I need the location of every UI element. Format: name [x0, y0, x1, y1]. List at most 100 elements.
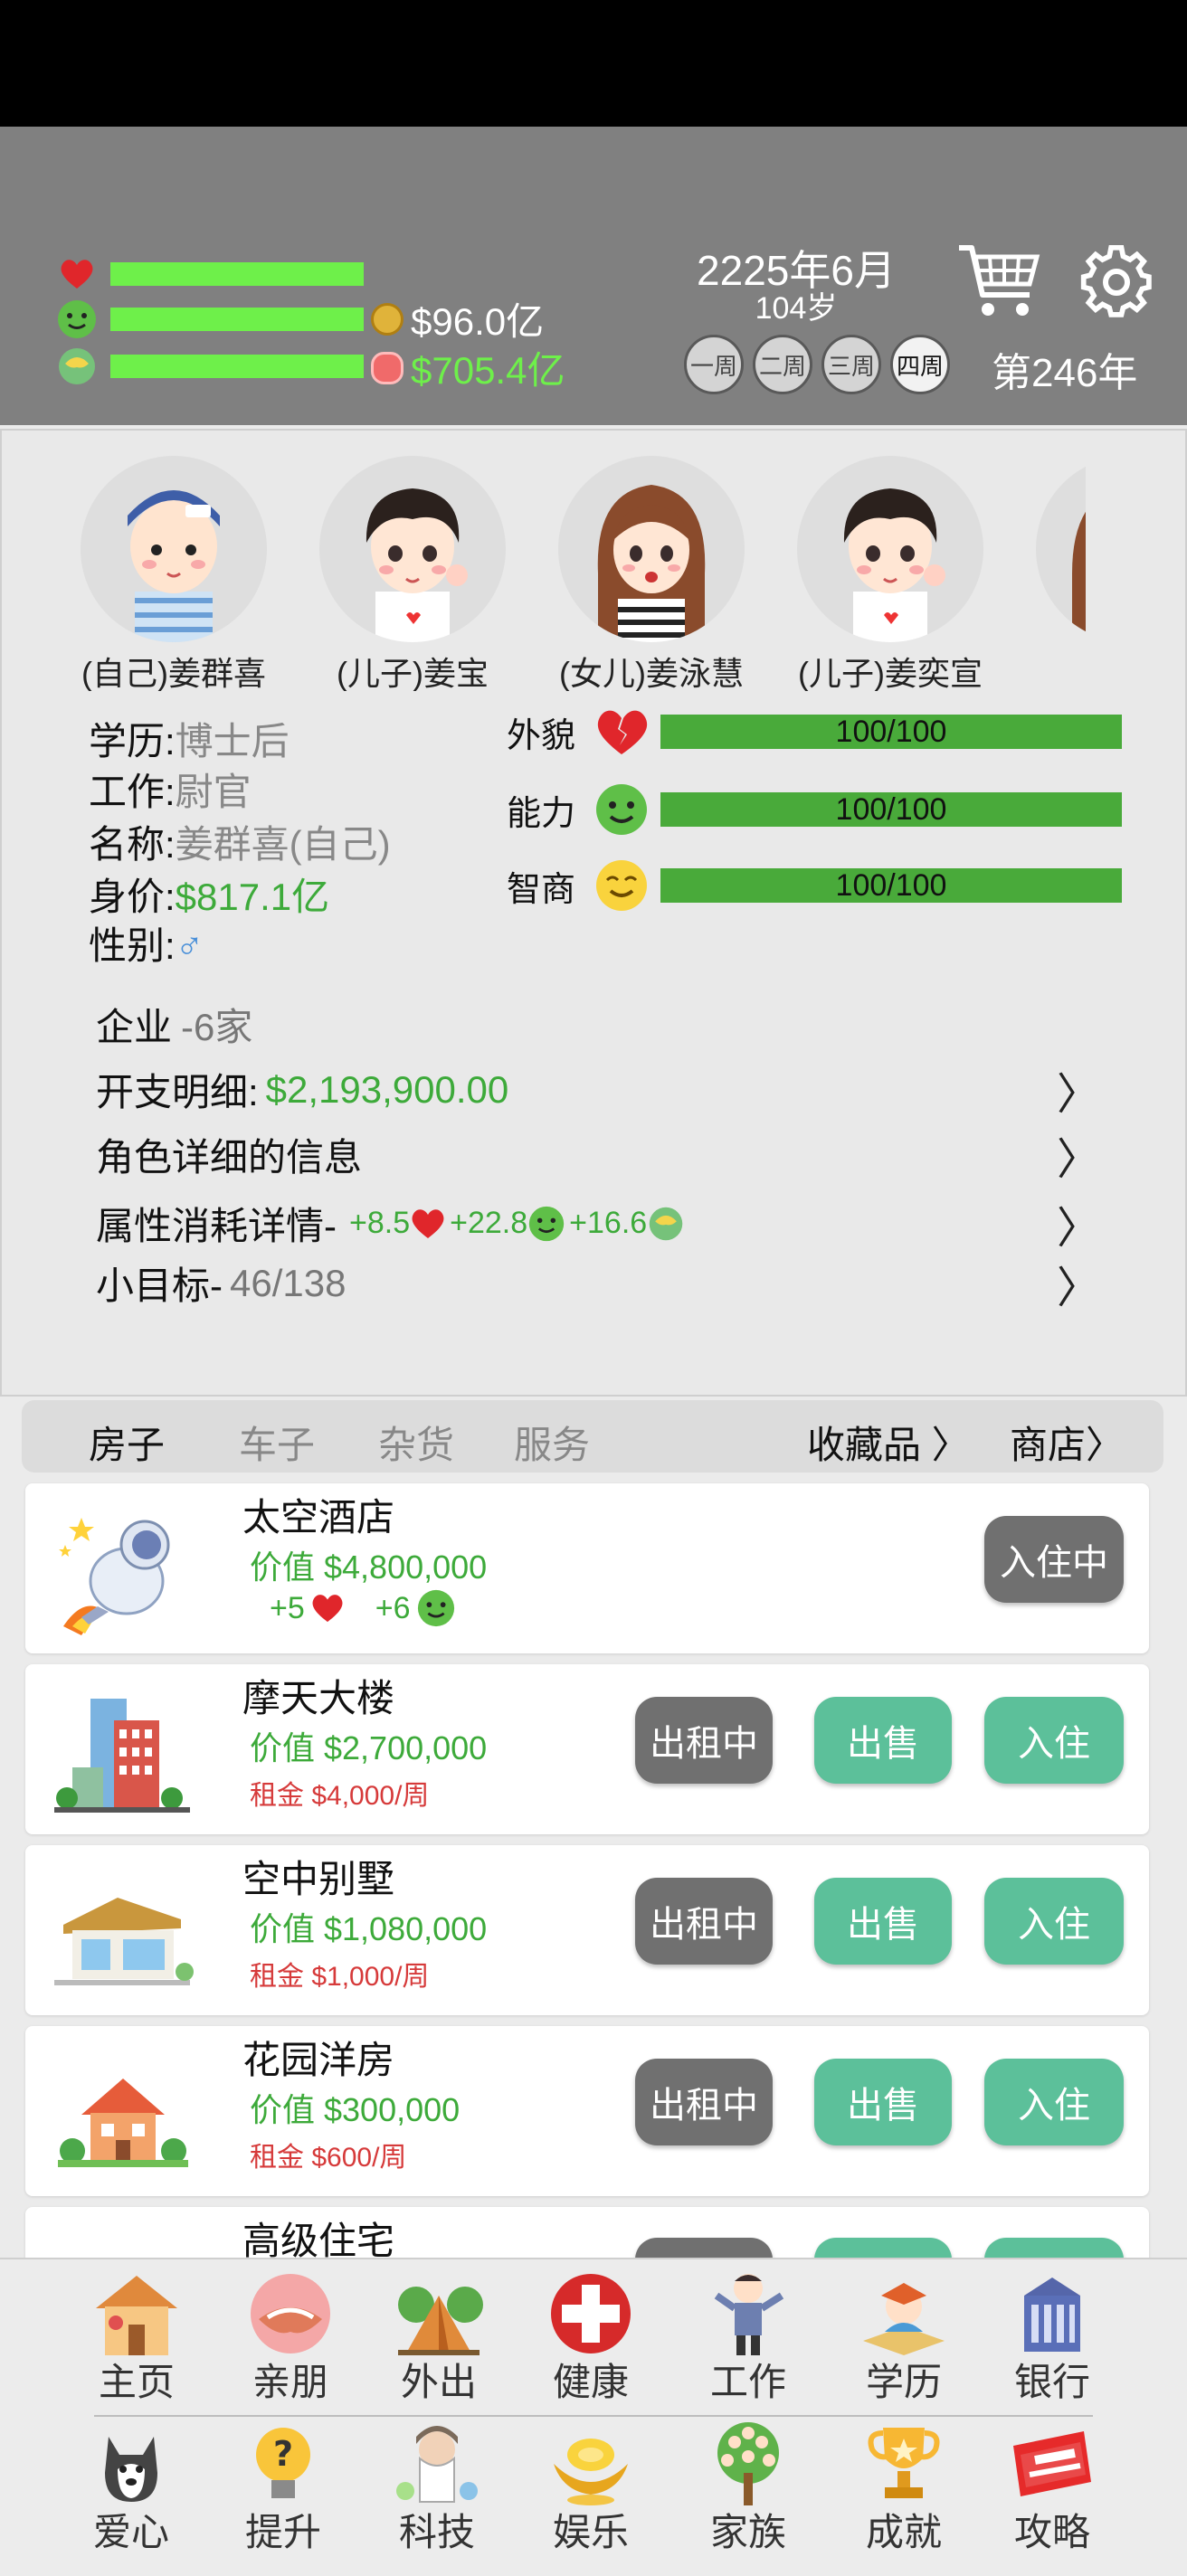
week-2-button[interactable]: 二周	[753, 335, 812, 394]
goal-value: 46/138	[230, 1261, 347, 1304]
nav-family[interactable]: 家族	[689, 2419, 807, 2557]
chevron-right-icon[interactable]: 〉	[1057, 1058, 1100, 1122]
nav-outing[interactable]: 外出	[380, 2268, 498, 2407]
tab-collection[interactable]: 收藏品 〉	[807, 1415, 970, 1470]
goal-label: 小目标-	[96, 1264, 223, 1307]
week-4-button[interactable]: 四周	[890, 335, 950, 394]
renting-button[interactable]: 出租中	[635, 2059, 773, 2145]
worth-row: 身价:$817.1亿	[89, 867, 329, 922]
broken-heart-icon	[594, 704, 650, 760]
nav-tech[interactable]: 科技	[378, 2419, 496, 2557]
handshake-icon	[241, 2268, 340, 2359]
green-face-icon	[594, 781, 650, 838]
tent-icon	[389, 2268, 489, 2359]
property-value: 价值 $2,700,000	[250, 1729, 488, 1766]
sky-villa-image	[54, 1898, 194, 1985]
week-3-button[interactable]: 三周	[821, 335, 881, 394]
nav-entertainment[interactable]: 娱乐	[532, 2419, 650, 2557]
sell-button[interactable]: 出售	[814, 1878, 952, 1965]
gender-label: 性别:	[89, 924, 176, 967]
chevron-right-icon[interactable]: 〉	[1057, 1123, 1100, 1187]
job-value: 尉官	[175, 771, 252, 813]
property-name: 摩天大楼	[242, 1677, 395, 1719]
property-card: 太空酒店 价值 $4,800,000 +5 +6 入住中	[25, 1483, 1149, 1653]
expense-row[interactable]: 开支明细: $2,193,900.00 〉	[96, 1062, 1100, 1119]
renting-button[interactable]: 出租中	[635, 1878, 773, 1965]
move-in-button[interactable]: 入住	[984, 1878, 1124, 1965]
tab-service[interactable]: 服务	[514, 1415, 590, 1470]
chevron-right-icon[interactable]: 〉	[1057, 1192, 1100, 1255]
consume-row[interactable]: 属性消耗详情- +8.5 +22.8 +16.6 〉	[96, 1196, 1100, 1253]
player-age: 104岁	[755, 291, 838, 326]
renting-button[interactable]: 出租中	[635, 1697, 773, 1784]
family-member-daughter[interactable]: (女儿)姜泳慧	[532, 456, 771, 691]
name-row: 名称:姜群喜(自己)	[89, 814, 391, 869]
nav-charity[interactable]: 爱心	[72, 2419, 190, 2557]
chevron-right-icon[interactable]: 〉	[1057, 1252, 1100, 1315]
education-value: 博士后	[175, 720, 290, 762]
nav-friends[interactable]: 亲朋	[232, 2268, 349, 2407]
gear-icon[interactable]	[1078, 244, 1154, 320]
effect-heart-value: +5	[270, 1590, 305, 1625]
health-bar	[110, 262, 364, 286]
family-member-self[interactable]: (自己)姜群喜	[54, 456, 293, 691]
nav-guide[interactable]: 攻略	[993, 2419, 1111, 2557]
brain-stat	[56, 346, 364, 387]
brain-icon	[649, 1207, 683, 1240]
week-selector: 一周 二周 三周 四周	[684, 335, 950, 394]
cash-display: $96.0亿	[371, 291, 544, 346]
property-name: 花园洋房	[242, 2039, 395, 2081]
nav-label: 成就	[865, 2511, 942, 2553]
cart-icon[interactable]	[957, 242, 1040, 320]
tab-shop[interactable]: 商店〉	[1010, 1415, 1124, 1470]
move-in-button[interactable]: 入住	[984, 1697, 1124, 1784]
skyscraper-image	[54, 1699, 190, 1813]
property-value: 价值 $300,000	[250, 2091, 461, 2128]
move-in-button[interactable]: 入住	[984, 2059, 1124, 2145]
property-rent: 租金 $600/周	[250, 2143, 407, 2173]
family-member-son-1[interactable]: (儿子)姜宝	[293, 456, 532, 691]
expense-label: 开支明细:	[96, 1071, 259, 1113]
husky-icon	[81, 2419, 181, 2509]
attribute-label: 智商	[507, 870, 576, 909]
enterprise-value: -6家	[181, 1006, 253, 1048]
heart-icon	[56, 253, 98, 295]
nav-upgrade[interactable]: ? 提升	[224, 2419, 342, 2557]
nav-home[interactable]: 主页	[78, 2268, 195, 2407]
medical-cross-icon	[541, 2268, 641, 2359]
trophy-icon	[854, 2419, 954, 2509]
nav-work[interactable]: 工作	[689, 2268, 807, 2407]
family-member-name: (儿子)姜宝	[337, 655, 489, 691]
living-button[interactable]: 入住中	[984, 1516, 1124, 1603]
nav-achievement[interactable]: 成就	[845, 2419, 963, 2557]
tab-goods[interactable]: 杂货	[378, 1415, 454, 1470]
appearance-bar: 100/100	[660, 715, 1122, 749]
sell-button[interactable]: 出售	[814, 2059, 952, 2145]
nav-bank[interactable]: 银行	[993, 2268, 1111, 2407]
nav-health[interactable]: 健康	[532, 2268, 650, 2407]
tab-house[interactable]: 房子	[89, 1415, 165, 1470]
student-icon	[854, 2268, 954, 2359]
avatar	[797, 456, 983, 642]
sell-button[interactable]: 出售	[814, 1697, 952, 1784]
character-detail-label: 角色详细的信息	[96, 1136, 363, 1179]
brain-bar	[110, 355, 364, 378]
worth-value: $817.1亿	[175, 876, 330, 918]
family-carousel[interactable]: (自己)姜群喜 (儿子)姜宝 (女儿)姜泳慧 (儿子)姜奕宣	[54, 456, 1086, 691]
goal-row[interactable]: 小目标- 46/138 〉	[96, 1255, 1100, 1312]
enterprise-row[interactable]: 企业 -6家	[96, 997, 1100, 1052]
tab-car[interactable]: 车子	[239, 1415, 315, 1470]
garden-house-image	[58, 2079, 188, 2167]
family-member-son-2[interactable]: (儿子)姜奕宣	[771, 456, 1010, 691]
property-card: 花园洋房 价值 $300,000 租金 $600/周 出租中 出售 入住	[25, 2026, 1149, 2196]
family-member-partial[interactable]: (女	[1010, 456, 1086, 691]
week-1-button[interactable]: 一周	[684, 335, 744, 394]
education-row: 学历:博士后	[89, 711, 290, 766]
consume-label: 属性消耗详情-	[96, 1205, 337, 1247]
nav-label: 银行	[1013, 2361, 1090, 2403]
ability-bar: 100/100	[660, 792, 1122, 827]
nav-education[interactable]: 学历	[845, 2268, 963, 2407]
assets-display: $705.4亿	[371, 340, 565, 395]
character-detail-row[interactable]: 角色详细的信息 〉	[96, 1127, 1100, 1184]
avatar	[81, 456, 267, 642]
